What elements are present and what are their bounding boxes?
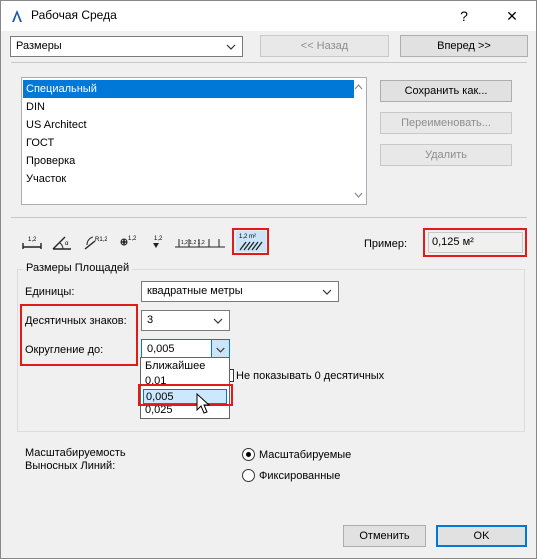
list-item[interactable]: Проверка bbox=[23, 152, 354, 170]
scaled-radio-label: Масштабируемые bbox=[259, 449, 352, 461]
separator bbox=[11, 62, 527, 63]
area-dimension-icon[interactable]: 1,2 m² bbox=[236, 231, 266, 252]
cancel-button[interactable]: Отменить bbox=[343, 525, 426, 547]
svg-text:1,2: 1,2 bbox=[154, 236, 163, 242]
linear-dimension-icon[interactable]: 1,2 bbox=[21, 233, 45, 251]
chevron-down-icon bbox=[213, 318, 223, 324]
option-highlight bbox=[138, 384, 233, 406]
svg-text:1,2: 1,2 bbox=[128, 236, 137, 242]
scaling-label-line1: Масштабируемость bbox=[25, 447, 126, 459]
close-button[interactable]: ✕ bbox=[489, 1, 535, 31]
hide-zero-label: Не показывать 0 десятичных bbox=[236, 370, 385, 382]
delete-button[interactable]: Удалить bbox=[380, 144, 512, 166]
forward-button[interactable]: Вперед >> bbox=[400, 35, 528, 57]
svg-text:1,2: 1,2 bbox=[28, 237, 37, 243]
fixed-radio[interactable] bbox=[242, 469, 255, 482]
rounding-value: 0,005 bbox=[147, 343, 175, 355]
svg-text:1,2 m²: 1,2 m² bbox=[239, 234, 256, 240]
separator bbox=[11, 217, 527, 218]
list-item[interactable]: US Architect bbox=[23, 116, 354, 134]
door-window-dimension-icon[interactable]: 1,2 1,2 1,2 bbox=[173, 233, 227, 251]
list-item[interactable]: Специальный bbox=[23, 80, 354, 98]
units-label: Единицы: bbox=[25, 286, 75, 298]
radial-dimension-icon[interactable]: R1,2 bbox=[83, 233, 107, 251]
window-title: Рабочая Среда bbox=[31, 8, 117, 22]
rename-button[interactable]: Переименовать... bbox=[380, 112, 512, 134]
svg-text:α: α bbox=[65, 241, 69, 247]
scroll-up-icon[interactable] bbox=[353, 82, 364, 92]
decimals-label: Десятичных знаков: bbox=[25, 315, 127, 327]
mouse-cursor-icon bbox=[196, 393, 211, 414]
rounding-label: Округление до: bbox=[25, 344, 104, 356]
title-bar: Рабочая Среда ? ✕ bbox=[1, 1, 536, 31]
example-value: 0,125 м² bbox=[428, 232, 523, 253]
units-value: квадратные метры bbox=[147, 285, 243, 297]
list-item[interactable]: ГОСТ bbox=[23, 134, 354, 152]
save-as-button[interactable]: Сохранить как... bbox=[380, 80, 512, 102]
svg-text:1,2 1,2 1,2: 1,2 1,2 1,2 bbox=[181, 240, 205, 246]
level-dimension-icon[interactable]: 1,2 bbox=[117, 233, 141, 251]
archicad-app-icon bbox=[9, 8, 25, 24]
angle-dimension-icon[interactable]: α bbox=[51, 233, 75, 251]
elevation-dimension-icon[interactable]: 1,2 bbox=[147, 233, 171, 251]
workspace-dialog: Рабочая Среда ? ✕ Размеры << Назад Впере… bbox=[0, 0, 537, 559]
scaled-radio[interactable] bbox=[242, 448, 255, 461]
decimals-select[interactable]: 3 bbox=[141, 310, 230, 331]
scheme-type-select[interactable]: Размеры bbox=[10, 36, 243, 57]
labels-highlight bbox=[20, 304, 138, 366]
dropdown-option[interactable]: Ближайшее bbox=[143, 359, 227, 374]
decimals-value: 3 bbox=[147, 314, 154, 326]
units-select[interactable]: квадратные метры bbox=[141, 281, 339, 302]
scroll-down-icon[interactable] bbox=[353, 190, 364, 200]
ok-button[interactable]: OK bbox=[436, 525, 527, 547]
scheme-list[interactable]: Специальный DIN US Architect ГОСТ Провер… bbox=[21, 77, 367, 205]
back-button[interactable]: << Назад bbox=[260, 35, 389, 57]
chevron-down-icon bbox=[226, 44, 236, 50]
example-label: Пример: bbox=[364, 238, 408, 250]
list-item[interactable]: Участок bbox=[23, 170, 354, 188]
scheme-type-value: Размеры bbox=[16, 40, 62, 52]
help-button[interactable]: ? bbox=[441, 1, 487, 31]
scaling-label-line2: Выносных Линий: bbox=[25, 460, 116, 472]
chevron-down-icon bbox=[322, 289, 332, 295]
fixed-radio-label: Фиксированные bbox=[259, 470, 341, 482]
list-item[interactable]: DIN bbox=[23, 98, 354, 116]
svg-text:R1,2: R1,2 bbox=[95, 237, 107, 243]
area-group-title: Размеры Площадей bbox=[23, 262, 133, 274]
